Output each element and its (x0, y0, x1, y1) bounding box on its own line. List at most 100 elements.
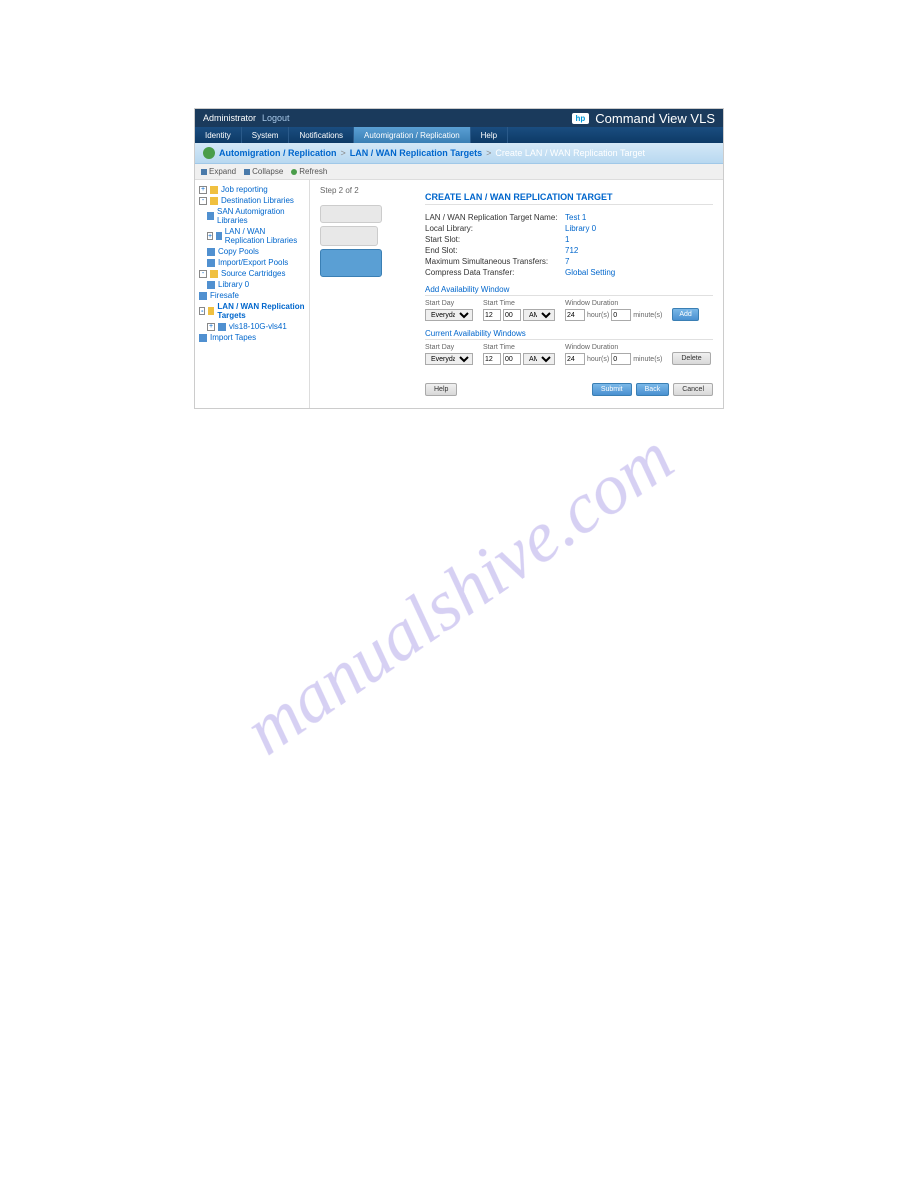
pool-icon (207, 248, 215, 256)
library-icon (207, 281, 215, 289)
current-ampm-select[interactable]: AM (523, 353, 555, 365)
refresh-icon (291, 169, 297, 175)
submit-button[interactable]: Submit (592, 383, 632, 396)
info-label: End Slot: (425, 246, 565, 255)
sidebar-item-library0[interactable]: Library 0 (197, 279, 307, 290)
app-window: Administrator Logout hp Command View VLS… (194, 108, 724, 409)
tab-help[interactable]: Help (471, 127, 508, 143)
breadcrumb-icon (203, 147, 215, 159)
info-value: Test 1 (565, 213, 586, 222)
info-label: Local Library: (425, 224, 565, 233)
tab-notifications[interactable]: Notifications (289, 127, 354, 143)
current-duration-minutes-input[interactable] (611, 353, 631, 365)
sidebar-item-source-cartridges[interactable]: -Source Cartridges (197, 268, 307, 279)
user-label: Administrator (203, 113, 256, 123)
device-storage (320, 249, 382, 277)
sidebar-item-job-reporting[interactable]: +Job reporting (197, 184, 307, 195)
tree-toggle[interactable]: - (199, 270, 207, 278)
tree-toggle[interactable]: - (199, 197, 207, 205)
minute-input[interactable] (503, 309, 521, 321)
hour-input[interactable] (483, 309, 501, 321)
device-illustration (320, 205, 395, 280)
minutes-unit: minute(s) (633, 312, 662, 319)
sidebar-item-dest-libraries[interactable]: -Destination Libraries (197, 195, 307, 206)
library-icon (207, 212, 214, 220)
sidebar-item-vls18[interactable]: +vls18-10G-vls41 (197, 321, 307, 332)
pool-icon (207, 259, 215, 267)
help-button[interactable]: Help (425, 383, 457, 396)
sidebar-item-san-libraries[interactable]: SAN Automigration Libraries (197, 206, 307, 226)
current-minute-input[interactable] (503, 353, 521, 365)
device-top (320, 205, 382, 223)
sidebar-item-lanwan-libraries[interactable]: +LAN / WAN Replication Libraries (197, 226, 307, 246)
tree-toggle[interactable]: + (207, 323, 215, 331)
duration-hours-input[interactable] (565, 309, 585, 321)
info-label: Maximum Simultaneous Transfers: (425, 257, 565, 266)
tab-identity[interactable]: Identity (195, 127, 242, 143)
current-hour-input[interactable] (483, 353, 501, 365)
add-window-row: Start Day Everyday Start Time AM Window … (425, 300, 713, 321)
start-time-label: Start Time (483, 344, 555, 351)
info-value: Global Setting (565, 268, 615, 277)
duration-label: Window Duration (565, 344, 662, 351)
top-bar: Administrator Logout hp Command View VLS (195, 109, 723, 127)
delete-button[interactable]: Delete (672, 352, 710, 365)
current-window-row: Start Day Everyday Start Time AM Window … (425, 344, 713, 365)
hours-unit: hour(s) (587, 356, 609, 363)
current-duration-hours-input[interactable] (565, 353, 585, 365)
info-label: LAN / WAN Replication Target Name: (425, 213, 565, 222)
tree-toggle[interactable]: + (199, 186, 207, 194)
back-button[interactable]: Back (636, 383, 670, 396)
host-icon (218, 323, 226, 331)
library-icon (216, 232, 222, 240)
breadcrumb-2[interactable]: LAN / WAN Replication Targets (350, 148, 482, 158)
breadcrumb: Automigration / Replication > LAN / WAN … (195, 143, 723, 164)
logout-link[interactable]: Logout (262, 113, 290, 123)
hp-logo: hp (572, 113, 590, 124)
tab-system[interactable]: System (242, 127, 290, 143)
start-day-label: Start Day (425, 344, 473, 351)
button-bar: Help Submit Back Cancel (425, 377, 713, 396)
ampm-select[interactable]: AM (523, 309, 555, 321)
nav-tabs: Identity System Notifications Automigrat… (195, 127, 723, 143)
main-content: +Job reporting -Destination Libraries SA… (195, 180, 723, 408)
cancel-button[interactable]: Cancel (673, 383, 713, 396)
breadcrumb-sep: > (486, 148, 491, 158)
start-day-select[interactable]: Everyday (425, 309, 473, 321)
duration-minutes-input[interactable] (611, 309, 631, 321)
folder-icon (208, 307, 214, 315)
sidebar-item-replication-targets[interactable]: -LAN / WAN Replication Targets (197, 301, 307, 321)
info-value: Library 0 (565, 224, 596, 233)
sidebar-item-copy-pools[interactable]: Copy Pools (197, 246, 307, 257)
minutes-unit: minute(s) (633, 356, 662, 363)
sidebar-item-import-tapes[interactable]: Import Tapes (197, 332, 307, 343)
collapse-button[interactable]: Collapse (244, 167, 283, 176)
tree-toggle[interactable]: - (199, 307, 205, 315)
expand-button[interactable]: Expand (201, 167, 236, 176)
folder-icon (210, 197, 218, 205)
tree-toggle[interactable]: + (207, 232, 213, 240)
minus-icon (244, 169, 250, 175)
device-mid (320, 226, 378, 246)
add-button[interactable]: Add (672, 308, 698, 321)
form-panel: CREATE LAN / WAN REPLICATION TARGET LAN … (425, 186, 713, 402)
info-value: 1 (565, 235, 569, 244)
step-label: Step 2 of 2 (320, 186, 359, 195)
plus-icon (201, 169, 207, 175)
breadcrumb-sep: > (341, 148, 346, 158)
tree-toolbar: Expand Collapse Refresh (195, 164, 723, 180)
tape-icon (199, 334, 207, 342)
info-label: Start Slot: (425, 235, 565, 244)
current-start-day-select[interactable]: Everyday (425, 353, 473, 365)
folder-icon (210, 270, 218, 278)
duration-label: Window Duration (565, 300, 662, 307)
breadcrumb-1[interactable]: Automigration / Replication (219, 148, 337, 158)
info-value: 7 (565, 257, 569, 266)
start-day-label: Start Day (425, 300, 473, 307)
refresh-button[interactable]: Refresh (291, 167, 327, 176)
tab-automigration[interactable]: Automigration / Replication (354, 127, 471, 143)
sidebar-item-import-export[interactable]: Import/Export Pools (197, 257, 307, 268)
sidebar-item-firesafe[interactable]: Firesafe (197, 290, 307, 301)
start-time-label: Start Time (483, 300, 555, 307)
safe-icon (199, 292, 207, 300)
